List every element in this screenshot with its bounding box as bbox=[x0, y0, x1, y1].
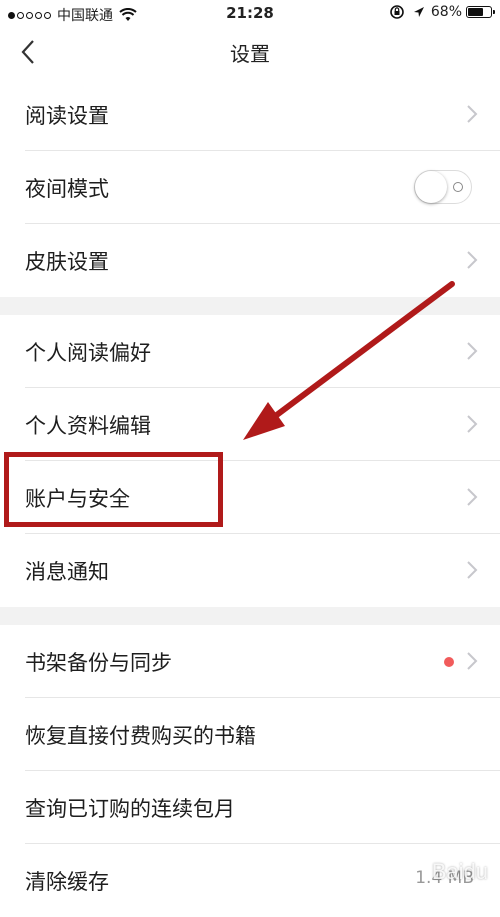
setting-label: 书架备份与同步 bbox=[25, 651, 172, 675]
watermark-logo: Baidu bbox=[431, 859, 488, 884]
page-title: 设置 bbox=[230, 42, 270, 66]
group-separator bbox=[0, 607, 500, 625]
chevron-right-icon bbox=[467, 251, 478, 269]
setting-label: 阅读设置 bbox=[25, 104, 109, 128]
setting-clear-cache[interactable]: 清除缓存 1.4 MB bbox=[0, 844, 500, 917]
toggle-knob bbox=[415, 171, 447, 203]
navigation-bar: 设置 bbox=[0, 26, 500, 78]
setting-restore-purchases[interactable]: 恢复直接付费购买的书籍 bbox=[0, 698, 500, 771]
setting-query-subscriptions[interactable]: 查询已订购的连续包月 bbox=[0, 771, 500, 844]
chevron-right-icon bbox=[467, 415, 478, 433]
setting-profile-edit[interactable]: 个人资料编辑 bbox=[0, 388, 500, 461]
chevron-right-icon bbox=[467, 342, 478, 360]
orientation-lock-icon bbox=[390, 5, 404, 19]
chevron-right-icon bbox=[467, 652, 478, 670]
setting-label: 个人阅读偏好 bbox=[25, 341, 151, 365]
battery-icon bbox=[466, 6, 495, 18]
status-bar: 中国联通 21:28 68% bbox=[0, 0, 500, 26]
battery-percent: 68% bbox=[430, 4, 462, 20]
night-mode-toggle[interactable] bbox=[414, 170, 472, 204]
setting-label: 消息通知 bbox=[25, 560, 109, 584]
battery-level bbox=[468, 8, 483, 16]
status-right: 68% bbox=[389, 4, 495, 20]
annotation-highlight-box bbox=[4, 452, 223, 527]
setting-reading-preference[interactable]: 个人阅读偏好 bbox=[0, 315, 500, 388]
setting-label: 皮肤设置 bbox=[25, 250, 109, 274]
setting-reading[interactable]: 阅读设置 bbox=[0, 78, 500, 151]
location-icon bbox=[413, 7, 424, 17]
setting-notifications[interactable]: 消息通知 bbox=[0, 534, 500, 607]
setting-skin[interactable]: 皮肤设置 bbox=[0, 224, 500, 297]
setting-label: 夜间模式 bbox=[25, 177, 109, 201]
chevron-right-icon bbox=[467, 105, 478, 123]
setting-label: 个人资料编辑 bbox=[25, 414, 151, 438]
setting-night-mode: 夜间模式 bbox=[0, 151, 500, 224]
toggle-off-icon bbox=[453, 182, 463, 192]
group-separator bbox=[0, 297, 500, 315]
setting-label: 查询已订购的连续包月 bbox=[25, 797, 235, 821]
setting-label: 清除缓存 bbox=[25, 870, 109, 894]
notification-dot bbox=[444, 657, 454, 667]
chevron-right-icon bbox=[467, 488, 478, 506]
chevron-right-icon bbox=[467, 561, 478, 579]
setting-bookshelf-backup[interactable]: 书架备份与同步 bbox=[0, 625, 500, 698]
setting-label: 恢复直接付费购买的书籍 bbox=[25, 724, 256, 748]
